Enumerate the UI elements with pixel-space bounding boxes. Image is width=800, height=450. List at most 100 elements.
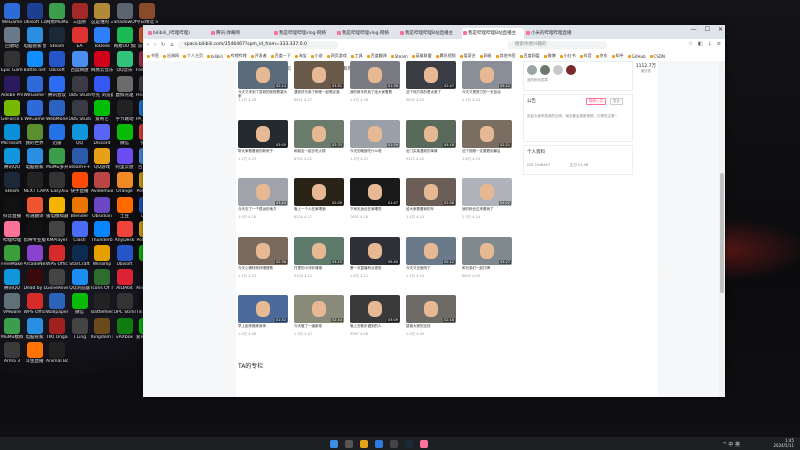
bookmark-item[interactable]: 京东: [595, 53, 608, 59]
bookmark-item[interactable]: 网易: [479, 53, 492, 59]
start-icon[interactable]: [330, 439, 338, 448]
video-thumbnail[interactable]: 01:47: [350, 178, 400, 206]
video-thumbnail[interactable]: 03:27: [462, 236, 512, 265]
desktop-shortcut[interactable]: 我的世界: [24, 124, 46, 146]
video-thumbnail[interactable]: 02:33: [294, 119, 344, 148]
browser-tab[interactable]: 小米的哔哩哔哩直播: [525, 28, 587, 39]
desktop-shortcut[interactable]: Orange: [114, 172, 136, 194]
video-thumbnail[interactable]: 03:44: [238, 178, 288, 206]
desktop-shortcut[interactable]: 微信: [69, 293, 91, 315]
browser-tab[interactable]: 我是哔哩哔哩vlog·网络: [336, 28, 398, 39]
video-title[interactable]: 我的粉丝过来看我了: [462, 207, 512, 215]
video-title[interactable]: 今天做了一道新菜: [294, 324, 344, 332]
desktop-shortcut[interactable]: 腾讯QQ: [1, 269, 23, 291]
bookmark-item[interactable]: 书签: [147, 53, 159, 59]
bookmark-item[interactable]: CSDN: [649, 54, 665, 59]
bookmark-item[interactable]: 爱奇艺: [459, 53, 476, 59]
bookmark-item[interactable]: 百度翻译: [366, 53, 387, 59]
video-title[interactable]: 感谢大家的支持: [406, 324, 456, 332]
video-title[interactable]: 第一次直播有点紧张: [350, 266, 400, 274]
desktop-shortcut[interactable]: Battlefield Games: [91, 293, 113, 315]
forward-icon[interactable]: ›: [154, 42, 156, 48]
desktop-shortcut[interactable]: Wallpaper: [46, 293, 68, 315]
desktop-shortcut[interactable]: Avidemux: [91, 172, 113, 194]
video-title[interactable]: 早上起来锻炼身体: [238, 324, 288, 332]
desktop-shortcut[interactable]: 夸克 浏览器: [91, 75, 113, 98]
video-title[interactable]: 我的新手机到了给大家看看: [350, 90, 400, 98]
browser-tab[interactable]: 我是哔哩哔哩B站直播主: [399, 28, 461, 39]
video-card[interactable]: 02:44 今天做了一道新菜 1.3万 4-07: [294, 295, 344, 336]
desktop-shortcut[interactable]: KMPlayer: [46, 220, 68, 243]
video-card[interactable]: 04:18 出门买菜遇到的事情 9412 4-20: [406, 119, 456, 161]
video-thumbnail[interactable]: 02:09: [294, 178, 344, 206]
bookmark-item[interactable]: 出海网: [163, 53, 179, 59]
video-card[interactable]: 01:38 我的新手机到了给大家看看 1.5万 4-26: [350, 61, 400, 102]
desktop-shortcut[interactable]: 网易MuMu模拟器: [46, 3, 68, 25]
desktop-shortcut[interactable]: QQ: [69, 124, 91, 146]
video-card[interactable]: 03:27 和兄弟们一起打牌 8843 4-09: [462, 236, 512, 278]
video-title[interactable]: 和朋友一起去吃火锅: [294, 149, 344, 157]
video-title[interactable]: 今天又去医院了: [406, 266, 456, 274]
desktop-shortcut[interactable]: NEXT CAM: [24, 172, 46, 194]
url-input[interactable]: space.bilibili.com/3546467?spm_id_from=3…: [178, 41, 339, 49]
desktop-shortcut[interactable]: 哔哩哔哩: [1, 220, 23, 243]
browser-tab[interactable]: 我是哔哩哔哩vlog·网络: [273, 28, 335, 39]
bookmark-item[interactable]: 百度网盘: [519, 53, 540, 59]
app-icon[interactable]: [390, 439, 398, 448]
desktop-shortcut[interactable]: 快手直播: [69, 172, 91, 194]
video-card[interactable]: 02:21 这个视频一定要看到最后 1.8万 4-19: [462, 119, 512, 161]
menu-icon[interactable]: ≡: [717, 41, 721, 47]
video-thumbnail[interactable]: 05:40: [350, 236, 400, 265]
tray-icons[interactable]: ^ 中 英: [723, 441, 740, 448]
video-thumbnail[interactable]: 03:51: [294, 61, 344, 89]
video-title[interactable]: 晚上去散步遇到的人: [350, 324, 400, 332]
close-button[interactable]: ✕: [718, 26, 723, 33]
bookmark-item[interactable]: 个人主页: [183, 53, 203, 59]
video-card[interactable]: 02:09 晚上一个人在家喝酒 8234 4-17: [294, 178, 344, 219]
bookmark-item[interactable]: 工具: [350, 53, 363, 59]
video-card[interactable]: 01:52 早上起来锻炼身体 1.0万 4-08: [238, 295, 288, 336]
video-thumbnail[interactable]: 04:18: [406, 119, 456, 148]
desktop-shortcut[interactable]: 这是谁的 三国志战略: [91, 3, 113, 25]
desktop-shortcut[interactable]: Discord: [91, 124, 113, 146]
desktop-shortcut[interactable]: WebMoney 游戏: [46, 99, 68, 122]
desktop-shortcut[interactable]: ShadowOf Chernobyl: [114, 3, 136, 25]
desktop-shortcut[interactable]: OBS Studio: [69, 75, 91, 98]
desktop-shortcut[interactable]: WPS Office: [46, 245, 68, 267]
video-thumbnail[interactable]: 02:44: [294, 295, 344, 323]
video-title[interactable]: 今天又是努力的一天加油: [462, 90, 512, 98]
desktop-shortcut[interactable]: 斗鱼直播: [24, 341, 46, 364]
desktop-shortcut[interactable]: GeForce Experience: [1, 99, 23, 122]
desktop-shortcut[interactable]: Steam: [46, 27, 68, 49]
bookmark-item[interactable]: bilibili: [207, 54, 223, 59]
desktop-shortcut[interactable]: 三国杀: [69, 3, 91, 25]
video-card[interactable]: 02:18 感谢大家的支持 2.0万 4-05: [406, 295, 456, 336]
video-card[interactable]: 03:09 晚上去散步遇到的人 9567 4-06: [350, 295, 400, 336]
browser-tab[interactable]: 我是哔哩哔哩B站直播主: [462, 28, 524, 39]
desktop-shortcut[interactable]: 网易云音乐: [91, 51, 113, 73]
desktop-shortcut[interactable]: Steam++: [69, 148, 91, 170]
desktop-shortcut[interactable]: WeGame: [1, 3, 23, 25]
desktop-shortcut[interactable]: Steam: [1, 172, 23, 194]
desktop-shortcut[interactable]: 字节跳动: [114, 99, 136, 122]
desktop-shortcut[interactable]: GoneAlive: [46, 269, 68, 291]
download-icon[interactable]: ↓: [708, 41, 712, 47]
video-thumbnail[interactable]: 01:38: [350, 61, 400, 89]
desktop-shortcut[interactable]: Thunderbird: [91, 220, 113, 243]
desktop-shortcut[interactable]: MuMu多开器: [46, 148, 68, 170]
bookmark-item[interactable]: 知乎: [611, 53, 624, 59]
desktop-shortcut[interactable]: 电脑管家 加速器: [24, 27, 46, 49]
fan-avatar[interactable]: [553, 65, 563, 75]
desktop-shortcut[interactable]: 阿里云盘: [114, 148, 136, 170]
desktop-shortcut[interactable]: QQ游戏: [91, 148, 113, 170]
bookmark-item[interactable]: 抖音: [579, 53, 592, 59]
desktop-shortcut[interactable]: 回收站: [1, 27, 23, 49]
desktop-shortcut[interactable]: 今日精选 SCUM: [136, 3, 158, 25]
desktop-shortcut[interactable]: Ubisoft Connect: [24, 3, 46, 25]
video-card[interactable]: 03:15 村里的小河好清澈 9103 4-12: [294, 236, 344, 278]
desktop-shortcut[interactable]: T.Ling: [69, 317, 91, 340]
video-title[interactable]: 给大家看看我的车: [406, 207, 456, 215]
desktop-shortcut[interactable]: ToDesk: [91, 27, 113, 49]
browser-search-input[interactable]: 搜索你感兴趣的: [507, 41, 607, 49]
star-icon[interactable]: ☆: [688, 41, 692, 47]
